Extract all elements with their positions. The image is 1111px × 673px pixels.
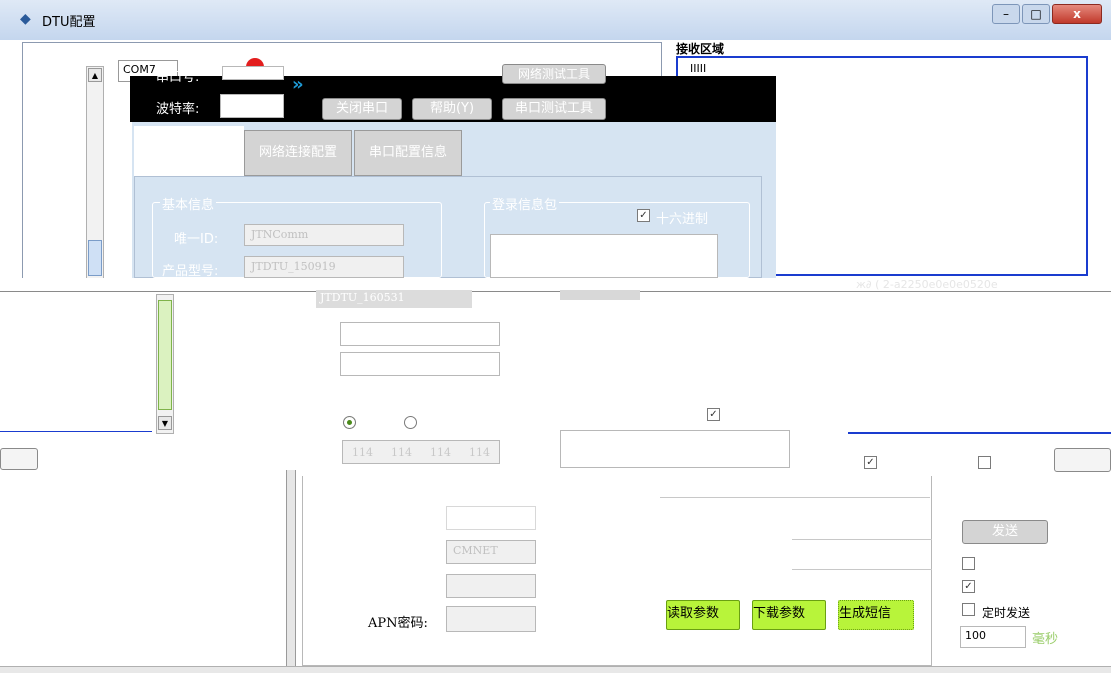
scroll-up-icon[interactable]: ▲ — [88, 68, 102, 82]
ip-segment-4: 114 — [469, 445, 490, 459]
close-button[interactable]: x — [1052, 4, 1102, 24]
baud-label: 波特率: — [156, 102, 200, 117]
bottom-splitter[interactable] — [286, 470, 296, 673]
server-input-2[interactable] — [340, 352, 500, 376]
left-small-button[interactable] — [0, 448, 38, 470]
generate-sms-button[interactable]: 生成短信 — [838, 600, 914, 630]
apn-password-label: APN密码: — [368, 616, 428, 631]
window-title: DTU配置 — [42, 15, 96, 30]
model-label: 产品型号: — [162, 264, 219, 279]
ip-address-field[interactable]: 114 114 114 114 — [342, 440, 500, 464]
close-port-button[interactable]: 关闭串口 — [322, 98, 402, 120]
list-scroll-thumb[interactable] — [158, 300, 172, 410]
minimize-icon: – — [1003, 7, 1009, 21]
timed-send-label: 定时发送 — [982, 606, 1031, 620]
right-field-line-1 — [660, 484, 930, 498]
server-input-1[interactable] — [340, 322, 500, 346]
hex-display-checkbox[interactable]: ✓ — [864, 456, 877, 469]
hex-label: 十六进制 — [656, 212, 709, 227]
login-packet-input[interactable] — [490, 234, 718, 278]
timed-send-checkbox[interactable] — [962, 603, 975, 616]
clear-button[interactable] — [1054, 448, 1111, 472]
port-input[interactable] — [560, 430, 790, 468]
gray-bar — [560, 290, 640, 300]
app-icon: ◆ — [20, 11, 31, 27]
tab-serial-config[interactable]: 串口配置信息 — [354, 130, 462, 176]
apn-field-1[interactable] — [446, 506, 536, 530]
send-button[interactable]: 发送 — [962, 520, 1048, 544]
basic-info-legend: 基本信息 — [160, 194, 217, 213]
apn-name-field[interactable]: CMNET — [446, 540, 536, 564]
receive-area-text: IIIII — [690, 62, 707, 75]
ip-segment-2: 114 — [391, 445, 412, 459]
login-packet-legend: 登录信息包 — [490, 194, 560, 213]
hex-checkbox[interactable]: ✓ — [637, 209, 650, 222]
ip-radio[interactable] — [343, 416, 356, 429]
option-checkbox-1[interactable]: ✓ — [707, 408, 720, 421]
right-field-line-2 — [792, 514, 932, 540]
right-field-line-3 — [792, 544, 932, 570]
receive-area-bottom-text: ж∂ ( 2-а2250е0е0е0520е — [856, 278, 998, 291]
send-option-checkbox-1[interactable] — [962, 557, 975, 570]
title-bar — [0, 0, 1111, 40]
bottom-config-panel — [302, 476, 932, 666]
port-label: 串口号: — [156, 70, 200, 85]
id-label: 唯一ID: — [174, 232, 219, 247]
left-list — [0, 294, 152, 432]
maximize-icon: □ — [1030, 7, 1042, 21]
arrow-icon: » — [292, 74, 304, 95]
apn-password-field[interactable] — [446, 606, 536, 632]
maximize-button[interactable]: □ — [1022, 4, 1050, 24]
close-icon: x — [1073, 7, 1081, 21]
send-option-checkbox-2[interactable]: ✓ — [962, 580, 975, 593]
scroll-down-icon[interactable]: ▼ — [158, 416, 172, 430]
ip-segment-1: 114 — [352, 445, 373, 459]
interval-input[interactable]: 100 — [960, 626, 1026, 648]
help-button[interactable]: 帮助(Y) — [412, 98, 492, 120]
version-field: JTDTU_160531 — [316, 290, 472, 308]
auto-clear-checkbox[interactable] — [978, 456, 991, 469]
minimize-button[interactable]: – — [992, 4, 1020, 24]
receive-area-lower — [848, 294, 1111, 434]
scroll-thumb[interactable] — [88, 240, 102, 276]
interval-unit-label: 毫秒 — [1032, 632, 1059, 647]
id-field[interactable]: JTNComm — [244, 224, 404, 246]
read-params-button[interactable]: 读取参数 — [666, 600, 740, 630]
domain-radio[interactable] — [404, 416, 417, 429]
model-field[interactable]: JTDTU_150919 — [244, 256, 404, 278]
receive-area-label: 接收区域 — [676, 42, 725, 56]
net-test-button[interactable]: 网络测试工具 — [502, 64, 606, 84]
status-bar — [0, 666, 1111, 673]
ip-segment-3: 114 — [430, 445, 451, 459]
download-params-button[interactable]: 下载参数 — [752, 600, 826, 630]
bottom-left-panel — [10, 476, 288, 666]
tab-network-config[interactable]: 网络连接配置 — [244, 130, 352, 176]
port-select[interactable] — [222, 66, 284, 80]
baud-select[interactable] — [220, 94, 284, 118]
serial-test-button[interactable]: 串口测试工具 — [502, 98, 606, 120]
tab-blank[interactable] — [134, 126, 244, 178]
apn-user-field[interactable] — [446, 574, 536, 598]
